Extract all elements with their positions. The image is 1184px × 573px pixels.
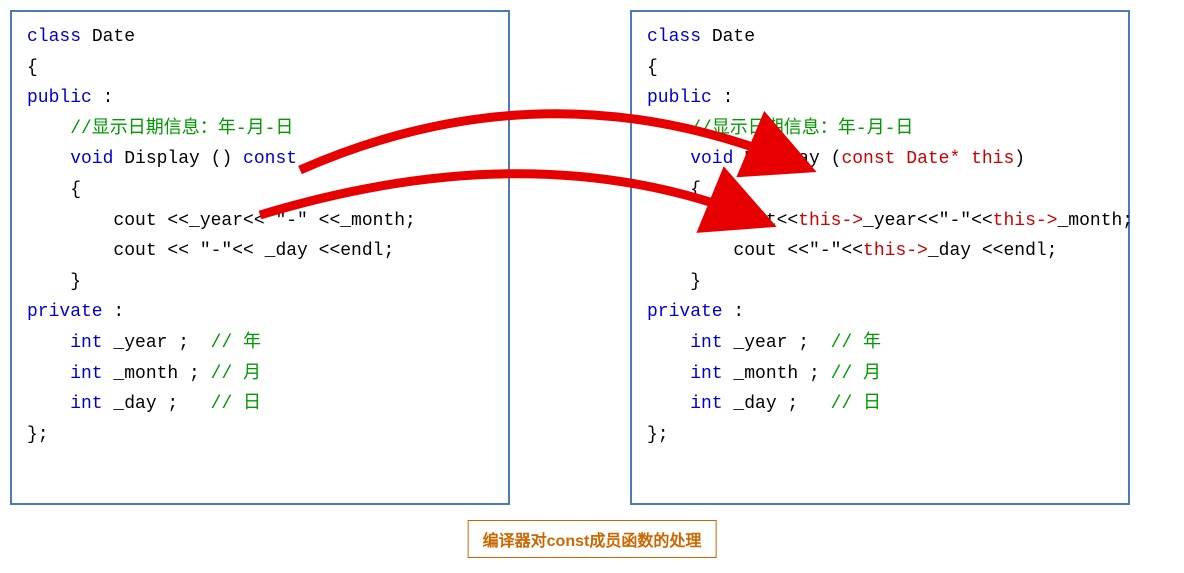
kw: int xyxy=(27,394,103,414)
comment: // 月 xyxy=(831,364,881,384)
txt: cout<< xyxy=(647,211,798,231)
this-ptr: this-> xyxy=(993,211,1058,231)
txt: cout <<"-"<< xyxy=(647,241,863,261)
txt: _year ; xyxy=(103,333,211,353)
txt: ) xyxy=(1014,149,1025,169)
comment: //显示日期信息：年-月-日 xyxy=(27,119,293,139)
txt: : xyxy=(712,88,734,108)
txt: Date xyxy=(81,27,135,47)
kw: public xyxy=(647,88,712,108)
this-ptr: this-> xyxy=(863,241,928,261)
kw: int xyxy=(647,364,723,384)
this-param: const Date* this xyxy=(841,149,1014,169)
txt: _day <<endl; xyxy=(928,241,1058,261)
txt: cout <<_year<< "-" <<_month; xyxy=(27,211,416,231)
txt: { xyxy=(647,180,701,200)
txt: }; xyxy=(647,425,669,445)
comment: // 日 xyxy=(831,394,881,414)
txt: _month; xyxy=(1057,211,1133,231)
txt: Display ( xyxy=(733,149,841,169)
kw: public xyxy=(27,88,92,108)
kw: private xyxy=(647,302,723,322)
code-box-right: class Date { public : //显示日期信息：年-月-日 voi… xyxy=(630,10,1130,505)
txt: { xyxy=(27,58,38,78)
diagram-container: class Date { public : //显示日期信息：年-月-日 voi… xyxy=(10,10,1174,505)
txt: _month ; xyxy=(103,364,211,384)
kw: class xyxy=(647,27,701,47)
this-ptr: this-> xyxy=(798,211,863,231)
code-box-left: class Date { public : //显示日期信息：年-月-日 voi… xyxy=(10,10,510,505)
kw: void xyxy=(647,149,733,169)
kw: void xyxy=(27,149,113,169)
txt: : xyxy=(103,302,125,322)
txt: cout << "-"<< _day <<endl; xyxy=(27,241,394,261)
txt: _month ; xyxy=(723,364,831,384)
txt: _day ; xyxy=(103,394,211,414)
kw: int xyxy=(647,333,723,353)
comment: // 年 xyxy=(831,333,881,353)
txt: { xyxy=(27,180,81,200)
comment: // 月 xyxy=(211,364,261,384)
txt: Display () xyxy=(113,149,243,169)
txt: } xyxy=(27,272,81,292)
txt: { xyxy=(647,58,658,78)
kw: class xyxy=(27,27,81,47)
txt: } xyxy=(647,272,701,292)
comment: // 年 xyxy=(211,333,261,353)
kw: private xyxy=(27,302,103,322)
txt: Date xyxy=(701,27,755,47)
kw: int xyxy=(27,333,103,353)
txt: : xyxy=(723,302,745,322)
comment: //显示日期信息：年-月-日 xyxy=(647,119,913,139)
txt: }; xyxy=(27,425,49,445)
txt: _day ; xyxy=(723,394,831,414)
kw: int xyxy=(647,394,723,414)
comment: // 日 xyxy=(211,394,261,414)
caption: 编译器对const成员函数的处理 xyxy=(468,520,717,558)
txt: _year<<"-"<< xyxy=(863,211,993,231)
const-kw: const xyxy=(243,149,297,169)
kw: int xyxy=(27,364,103,384)
txt: _year ; xyxy=(723,333,831,353)
txt: : xyxy=(92,88,114,108)
